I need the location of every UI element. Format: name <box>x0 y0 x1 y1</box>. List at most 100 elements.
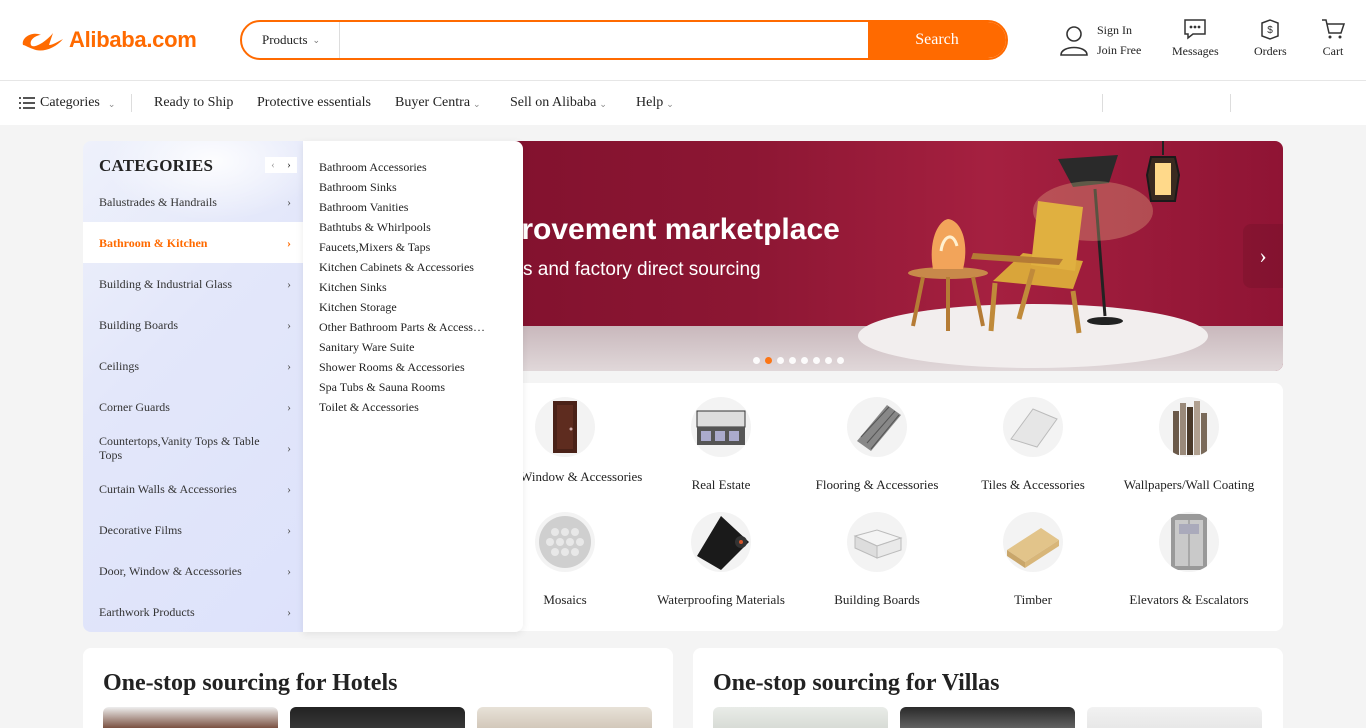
chevron-left-icon[interactable]: ‹ <box>265 157 281 173</box>
category-item[interactable]: Ceilings › <box>83 345 303 386</box>
banner-headline: provement marketplace <box>503 213 840 246</box>
banner-dot[interactable] <box>789 357 796 364</box>
mosaic-icon <box>535 512 595 572</box>
grid-item-label: Timber <box>1014 592 1052 607</box>
grid-item-label: Flooring & Accessories <box>815 477 939 492</box>
grid-item-label: Waterproofing Materials <box>657 592 785 607</box>
list-icon <box>19 97 35 109</box>
nav-ready-to-ship[interactable]: Ready to Ship <box>154 95 233 111</box>
nav-categories[interactable]: Categories ⌄ <box>19 95 115 111</box>
orders-button[interactable]: $ Orders <box>1254 18 1287 59</box>
nav-sell-on-alibaba-label: Sell on Alibaba <box>510 95 597 110</box>
banner-dot[interactable] <box>813 357 820 364</box>
grid-item-label: Real Estate <box>691 477 751 492</box>
hotels-thumbnail[interactable] <box>103 707 278 728</box>
subcategory-link[interactable]: Bathroom Accessories <box>319 157 489 177</box>
subcategory-link[interactable]: Sanitary Ware Suite <box>319 337 489 357</box>
nav-sell-on-alibaba[interactable]: Sell on Alibaba ⌄ <box>510 95 607 111</box>
banner-dot[interactable] <box>825 357 832 364</box>
chevron-right-icon: › <box>287 522 291 537</box>
subcategory-link[interactable]: Shower Rooms & Accessories <box>319 357 489 377</box>
category-label: Earthwork Products <box>99 604 195 619</box>
category-item[interactable]: Corner Guards › <box>83 386 303 427</box>
category-label: Door, Window & Accessories <box>99 563 242 578</box>
messages-button[interactable]: Messages <box>1172 18 1219 59</box>
flooring-icon <box>847 397 907 457</box>
categories-title: CATEGORIES <box>99 156 214 175</box>
subcategory-link[interactable]: Kitchen Storage <box>319 297 489 317</box>
hotels-section-title: One-stop sourcing for Hotels <box>103 670 398 696</box>
category-item[interactable]: Door, Window & Accessories › <box>83 550 303 591</box>
category-item[interactable]: Building & Industrial Glass › <box>83 263 303 304</box>
grid-item-waterproofing[interactable]: Waterproofing Materials <box>643 512 799 608</box>
category-item[interactable]: Decorative Films › <box>83 509 303 550</box>
grid-item-building-boards[interactable]: Building Boards <box>799 512 955 608</box>
chevron-right-icon: › <box>287 604 291 619</box>
subcategory-link[interactable]: Toilet & Accessories <box>319 397 489 417</box>
nav-protective-essentials-label: Protective essentials <box>257 95 371 110</box>
banner-furniture-image <box>858 141 1208 368</box>
villas-thumbnail[interactable] <box>1087 707 1262 728</box>
cart-button[interactable]: Cart <box>1321 18 1345 59</box>
sign-in-link[interactable]: Sign In <box>1097 20 1141 40</box>
banner-dot[interactable] <box>837 357 844 364</box>
nav-protective-essentials[interactable]: Protective essentials <box>257 95 371 111</box>
header: Alibaba.com Products ⌄ Search Sign In Jo… <box>0 0 1366 81</box>
subcategory-link[interactable]: Kitchen Sinks <box>319 277 489 297</box>
search-input[interactable] <box>340 22 868 58</box>
grid-item-real-estate[interactable]: Real Estate <box>643 397 799 493</box>
banner-dot[interactable] <box>753 357 760 364</box>
category-item-active[interactable]: Bathroom & Kitchen › <box>83 222 303 263</box>
grid-item-label: Elevators & Escalators <box>1129 592 1249 607</box>
nav-divider <box>1102 94 1103 112</box>
category-item[interactable]: Earthwork Products › <box>83 591 303 632</box>
category-item[interactable]: Building Boards › <box>83 304 303 345</box>
nav-help[interactable]: Help ⌄ <box>636 95 674 111</box>
banner-dot[interactable] <box>777 357 784 364</box>
grid-item-timber[interactable]: Timber <box>955 512 1111 608</box>
grid-item-tiles[interactable]: Tiles & Accessories <box>955 397 1111 493</box>
orders-icon: $ <box>1261 19 1280 40</box>
svg-text:$: $ <box>1268 25 1274 36</box>
category-label: Building & Industrial Glass <box>99 276 232 291</box>
alibaba-logo[interactable]: Alibaba.com <box>19 26 197 54</box>
chevron-right-icon: › <box>1259 243 1267 268</box>
nav-buyer-central[interactable]: Buyer Centra ⌄ <box>395 95 481 111</box>
hotels-sourcing-card: One-stop sourcing for Hotels <box>83 648 673 728</box>
subcategory-link[interactable]: Bathroom Vanities <box>319 197 489 217</box>
subcategory-link[interactable]: Bathroom Sinks <box>319 177 489 197</box>
subcategory-link[interactable]: Bathtubs & Whirlpools <box>319 217 489 237</box>
nav-categories-label: Categories <box>40 95 100 110</box>
nav-ready-to-ship-label: Ready to Ship <box>154 95 234 110</box>
grid-item-wallpapers[interactable]: Wallpapers/Wall Coating <box>1111 397 1267 493</box>
search-button[interactable]: Search <box>868 22 1006 58</box>
chevron-down-icon: ⌄ <box>312 34 321 45</box>
chevron-right-icon[interactable]: › <box>281 157 297 173</box>
subcategory-link[interactable]: Kitchen Cabinets & Accessories <box>319 257 489 277</box>
subcategory-link[interactable]: Other Bathroom Parts & Accessories <box>319 317 489 337</box>
chevron-right-icon: › <box>287 399 291 414</box>
search-type-dropdown[interactable]: Products ⌄ <box>242 22 340 58</box>
category-item[interactable]: Curtain Walls & Accessories › <box>83 468 303 509</box>
grid-item-elevators[interactable]: Elevators & Escalators <box>1111 512 1267 608</box>
join-free-link[interactable]: Join Free <box>1097 40 1141 60</box>
nav-divider <box>1230 94 1231 112</box>
grid-item-flooring[interactable]: Flooring & Accessories <box>799 397 955 493</box>
banner-dot[interactable] <box>801 357 808 364</box>
villas-sourcing-card: One-stop sourcing for Villas <box>693 648 1283 728</box>
grid-item-label: Wallpapers/Wall Coating <box>1123 477 1255 492</box>
banner-dot-active[interactable] <box>765 357 772 364</box>
category-item[interactable]: Countertops,Vanity Tops & Table Tops › <box>83 427 303 468</box>
chevron-right-icon: › <box>287 194 291 209</box>
subcategory-link[interactable]: Spa Tubs & Sauna Rooms <box>319 377 489 397</box>
villas-thumbnail[interactable] <box>900 707 1075 728</box>
villas-thumbnail[interactable] <box>713 707 888 728</box>
account-menu[interactable]: Sign In Join Free <box>1059 20 1141 60</box>
banner-next-button[interactable]: › <box>1243 224 1283 288</box>
hotels-thumbnail[interactable] <box>290 707 465 728</box>
hotels-thumbnail[interactable] <box>477 707 652 728</box>
subcategory-link[interactable]: Faucets,Mixers & Taps <box>319 237 489 257</box>
top-nav: Categories ⌄ Ready to Ship Protective es… <box>0 81 1366 125</box>
door-icon <box>535 397 595 457</box>
category-item[interactable]: Balustrades & Handrails › <box>83 181 303 222</box>
